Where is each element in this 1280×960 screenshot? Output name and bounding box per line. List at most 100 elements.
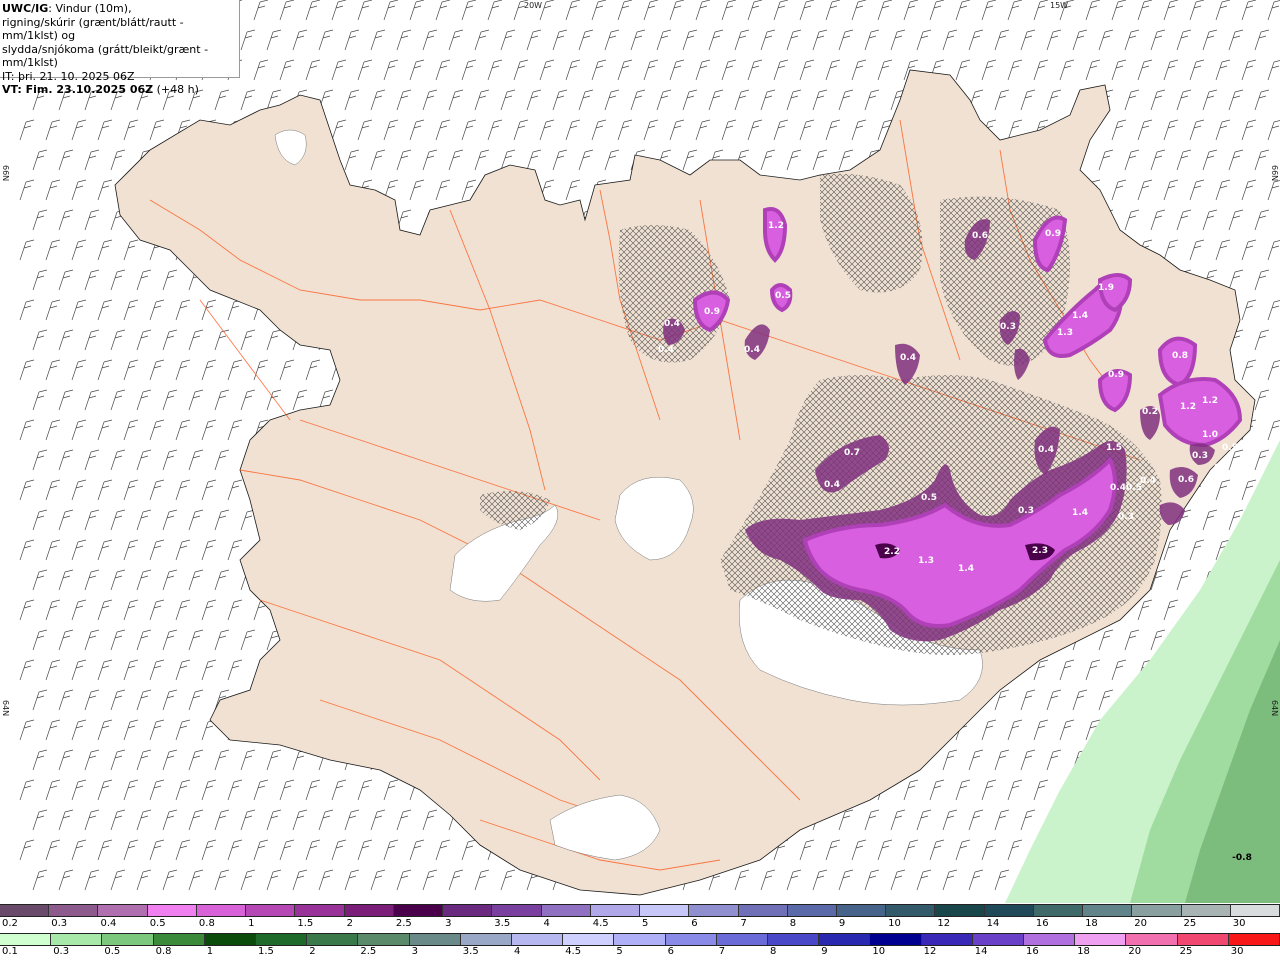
wind-barb	[565, 179, 581, 201]
wind-barb	[188, 869, 204, 891]
legend-swatch	[541, 905, 591, 916]
wind-barb	[1150, 209, 1166, 231]
wind-barb	[617, 59, 633, 81]
wind-barb	[760, 869, 776, 891]
wind-barb	[890, 869, 906, 891]
wind-barb	[994, 29, 1010, 51]
wind-barb	[45, 299, 61, 321]
legend-label: 20	[1128, 946, 1142, 957]
wind-barb	[240, 869, 256, 891]
wind-barb	[1046, 29, 1062, 51]
precip-value-label: 0.5	[1222, 443, 1238, 453]
wind-barb	[214, 329, 230, 351]
wind-barb	[188, 809, 204, 831]
wind-barb	[409, 179, 425, 201]
wind-barb	[240, 89, 256, 111]
wind-barb	[175, 839, 191, 861]
info-box: UWC/IG: Vindur (10m), rigning/skúrir (gr…	[0, 0, 240, 96]
wind-barb	[1241, 179, 1257, 201]
wind-barb	[58, 329, 74, 351]
wind-barb	[1059, 659, 1075, 681]
wind-barb	[71, 839, 87, 861]
wind-barb	[370, 809, 386, 831]
legend-label: 30	[1232, 918, 1246, 929]
wind-barb	[84, 689, 100, 711]
wind-barb	[1059, 59, 1075, 81]
wind-barb	[1267, 60, 1280, 81]
wind-barb	[1215, 119, 1231, 141]
wind-barb	[825, 119, 841, 141]
precip-value-label: 0.3	[1018, 506, 1034, 516]
legend-label: 3.5	[494, 918, 511, 929]
wind-barb	[162, 509, 178, 531]
wind-barb	[123, 359, 139, 381]
wind-barb	[344, 869, 360, 891]
legend-label: 10	[888, 918, 901, 929]
wind-barb	[1033, 719, 1049, 741]
wind-barb	[305, 839, 321, 861]
wind-barb	[71, 359, 87, 381]
legend-label: 1	[206, 946, 214, 957]
wind-barb	[188, 329, 204, 351]
wind-barb	[97, 299, 113, 321]
legend-swatch	[870, 934, 922, 945]
legend-swatch	[1075, 934, 1127, 945]
wind-barb	[1098, 629, 1114, 651]
wind-barb	[240, 749, 256, 771]
wind-barb	[344, 809, 360, 831]
wind-barb	[253, 839, 269, 861]
legend-swatch	[563, 934, 615, 945]
wind-barb	[890, 29, 906, 51]
wind-barb	[864, 89, 880, 111]
wind-barb	[422, 809, 438, 831]
wind-barb	[1215, 0, 1231, 21]
grid-label-64n-right: 64N	[1270, 700, 1279, 717]
precip-value-label: 0.3	[1000, 322, 1016, 332]
wind-barb	[435, 119, 451, 141]
precip-value-label: 0.6	[1178, 475, 1194, 485]
wind-barb	[695, 0, 711, 21]
wind-barb	[162, 449, 178, 471]
wind-barb	[58, 449, 74, 471]
precip-value-label: 0.5	[1126, 483, 1142, 493]
wind-barb	[773, 0, 789, 21]
title-line-2: rigning/skúrir (grænt/blátt/rautt - mm/1…	[2, 15, 184, 43]
wind-barb	[474, 149, 490, 171]
wind-barb	[19, 119, 35, 141]
legend-swatch	[98, 905, 148, 916]
wind-barb	[1046, 749, 1062, 771]
wind-barb	[838, 149, 854, 171]
legend-label: 9	[821, 946, 828, 957]
legend-label: 7	[718, 946, 726, 957]
wind-barb	[851, 119, 867, 141]
wind-barb	[721, 0, 737, 21]
wind-barb	[552, 29, 568, 51]
wind-barb	[45, 659, 61, 681]
wind-barb	[1163, 0, 1179, 21]
wind-barb	[760, 29, 776, 51]
wind-barb	[565, 59, 581, 81]
wind-barb	[1176, 29, 1192, 51]
wind-barb	[19, 839, 35, 861]
wind-barb	[149, 479, 165, 501]
legend-label: 14	[974, 946, 988, 957]
wind-barb	[968, 749, 984, 771]
grid-label-15w: 15W	[1050, 1, 1069, 10]
precip-value-label: 0.8	[1172, 351, 1188, 361]
wind-barb	[188, 449, 204, 471]
wind-barb	[110, 629, 126, 651]
wind-barb	[1267, 420, 1280, 441]
wind-barb	[916, 29, 932, 51]
legend-swatch	[1230, 905, 1280, 916]
wind-barb	[955, 839, 971, 861]
wind-barb	[916, 869, 932, 891]
wind-barb	[955, 779, 971, 801]
wind-barb	[799, 59, 815, 81]
wind-barb	[253, 0, 269, 21]
wind-barb	[409, 0, 425, 21]
precip-value-label: -0.8	[1232, 853, 1252, 863]
wind-barb	[617, 0, 633, 21]
legend-label: 16	[1035, 918, 1049, 929]
wind-barb	[149, 299, 165, 321]
wind-barb	[812, 869, 828, 891]
